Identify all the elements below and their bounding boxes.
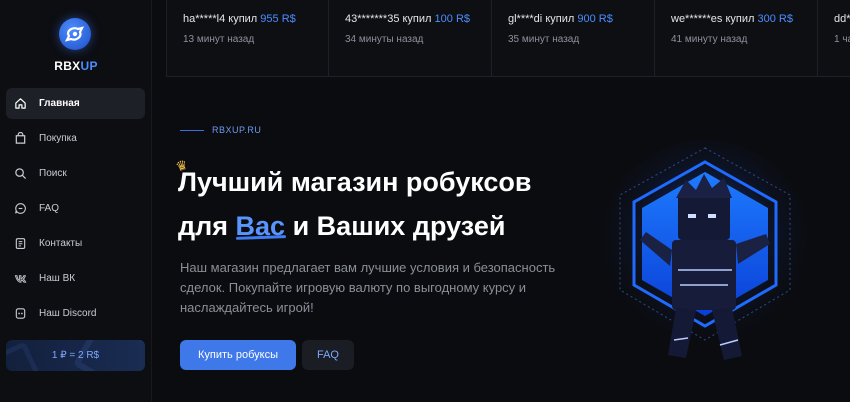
chat-icon <box>15 203 26 214</box>
nav-label: Наш Discord <box>39 308 97 319</box>
recent-purchases-ticker: ha*****l4 купил 955 R$ 13 минут назад 43… <box>166 0 850 77</box>
hero-character-illustration <box>600 140 810 360</box>
home-icon <box>15 98 26 109</box>
nav-label: Контакты <box>39 238 83 249</box>
nav-label: Покупка <box>39 133 77 144</box>
discord-icon <box>15 308 26 319</box>
nav-item-search[interactable]: Поиск <box>6 158 145 189</box>
search-icon <box>15 168 27 180</box>
nav-item-home[interactable]: Главная <box>6 88 145 119</box>
purchase-card: gl****di купил 900 R$ 35 минут назад <box>492 0 655 77</box>
logo-icon[interactable] <box>59 18 91 50</box>
nav-item-contacts[interactable]: Контакты <box>6 228 145 259</box>
contacts-icon <box>15 238 26 249</box>
brand-name: RBXUP <box>54 59 98 73</box>
site-tag: RBXUP.RU <box>212 125 262 135</box>
nav-label: Главная <box>39 98 80 109</box>
exchange-rate-text: 1 ₽ = 2 R$ <box>51 350 100 361</box>
purchase-card: dd* 1 ча <box>818 0 850 77</box>
cart-icon <box>15 132 26 144</box>
hero-title: Лучший магазин робуксов для Вас и Ваших … <box>178 167 532 241</box>
nav-label: Наш ВК <box>39 273 76 284</box>
purchase-card: we******es купил 300 R$ 41 минуту назад <box>655 0 818 77</box>
tag-divider <box>180 130 204 131</box>
exchange-rate-badge: 1 ₽ = 2 R$ <box>6 340 145 371</box>
purchase-card: ha*****l4 купил 955 R$ 13 минут назад <box>166 0 329 77</box>
nav-item-vk[interactable]: Наш ВК <box>6 263 145 294</box>
purchase-card: 43*******35 купил 100 R$ 34 минуты назад <box>329 0 492 77</box>
nav-label: FAQ <box>39 203 60 214</box>
nav-label: Поиск <box>39 168 67 179</box>
nav-item-faq[interactable]: FAQ <box>6 193 145 224</box>
sidebar: RBXUP Главная Покупка Поиск FAQ Контакты… <box>0 0 152 402</box>
vk-icon <box>14 275 27 283</box>
hero-description: Наш магазин предлагает вам лучшие услови… <box>180 260 556 315</box>
faq-button[interactable]: FAQ <box>302 340 354 370</box>
nav-item-purchase[interactable]: Покупка <box>6 123 145 154</box>
main-nav: Главная Покупка Поиск FAQ Контакты Наш В… <box>6 88 145 333</box>
nav-item-discord[interactable]: Наш Discord <box>6 298 145 329</box>
buy-robux-button[interactable]: Купить робуксы <box>180 340 296 370</box>
